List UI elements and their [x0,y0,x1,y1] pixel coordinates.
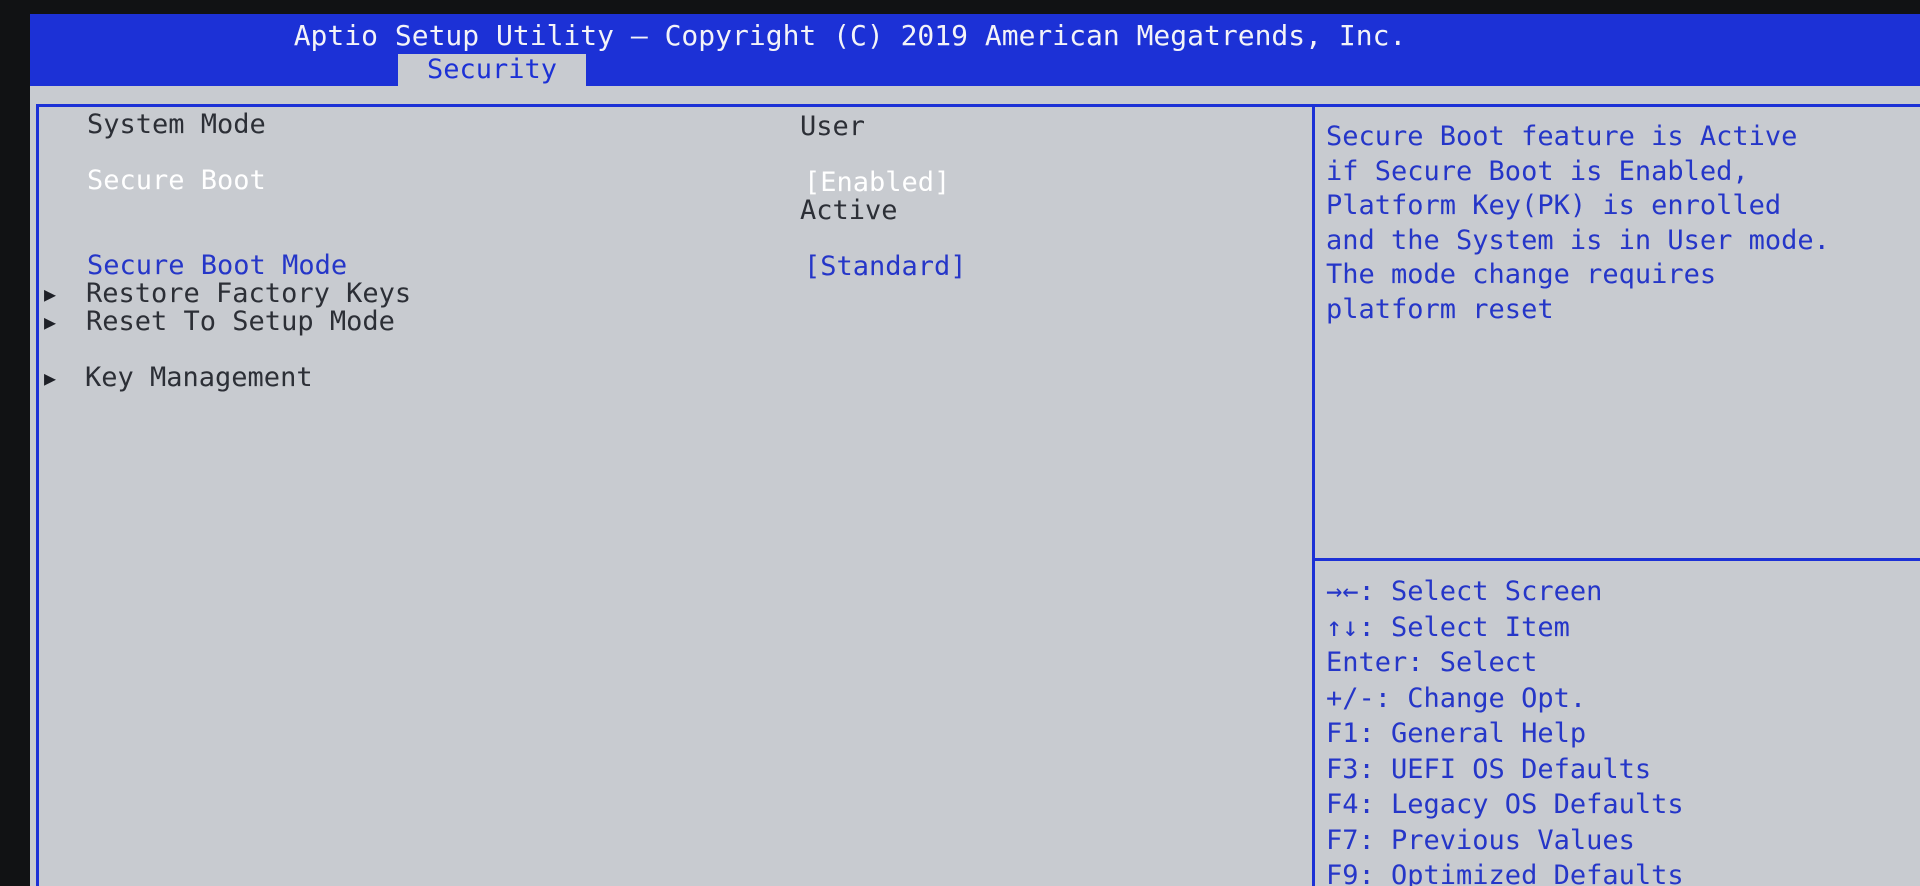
secure-boot-label[interactable]: Secure Boot [87,164,266,198]
help-line: platform reset [1326,293,1554,325]
key-select-screen: →←: Select Screen [1326,576,1603,607]
frame-left-border [36,104,39,886]
right-triangle-icon: ▶ [44,366,57,390]
key-change-opt: +/-: Change Opt. [1326,682,1587,714]
title-bar: Aptio Setup Utility – Copyright (C) 2019… [30,14,1920,86]
help-divider [1315,558,1920,561]
key-previous-values: F7: Previous Values [1326,824,1635,856]
key-select-item: ↑↓: Select Item [1326,611,1570,643]
utility-title: Aptio Setup Utility – Copyright (C) 2019… [293,19,1407,52]
panel-divider [1312,104,1315,886]
tab-security[interactable]: Security [398,54,586,86]
key-enter-select: Enter: Select [1326,647,1538,678]
key-general-help: F1: General Help [1326,718,1587,749]
frame-top-border [36,104,1920,107]
system-mode-label: System Mode [87,109,266,140]
key-legend: →←: Select Screen ↑↓: Select Item Enter:… [1326,574,1920,886]
help-line: Platform Key(PK) is enrolled [1326,190,1782,221]
key-legacy-defaults: F4: Legacy OS Defaults [1326,789,1684,820]
secure-boot-status: Active [800,195,898,226]
help-line: and the System is in User mode. [1326,224,1830,256]
system-mode-value: User [800,111,866,142]
secure-boot-mode-value[interactable]: [Standard] [804,250,967,284]
help-line: Secure Boot feature is Active [1326,121,1798,152]
key-uefi-defaults: F3: UEFI OS Defaults [1326,753,1652,785]
help-text: Secure Boot feature is Active if Secure … [1326,120,1920,327]
reset-to-setup-mode-item[interactable]: Reset To Setup Mode [86,305,395,339]
help-line: if Secure Boot is Enabled, [1326,155,1749,187]
key-management-item[interactable]: Key Management [85,361,313,395]
key-optimized-defaults: F9: Optimized Defaults [1326,860,1684,886]
right-triangle-icon: ▶ [44,310,57,334]
bios-screen: Aptio Setup Utility – Copyright (C) 2019… [30,14,1920,886]
help-line: The mode change requires [1326,259,1717,290]
